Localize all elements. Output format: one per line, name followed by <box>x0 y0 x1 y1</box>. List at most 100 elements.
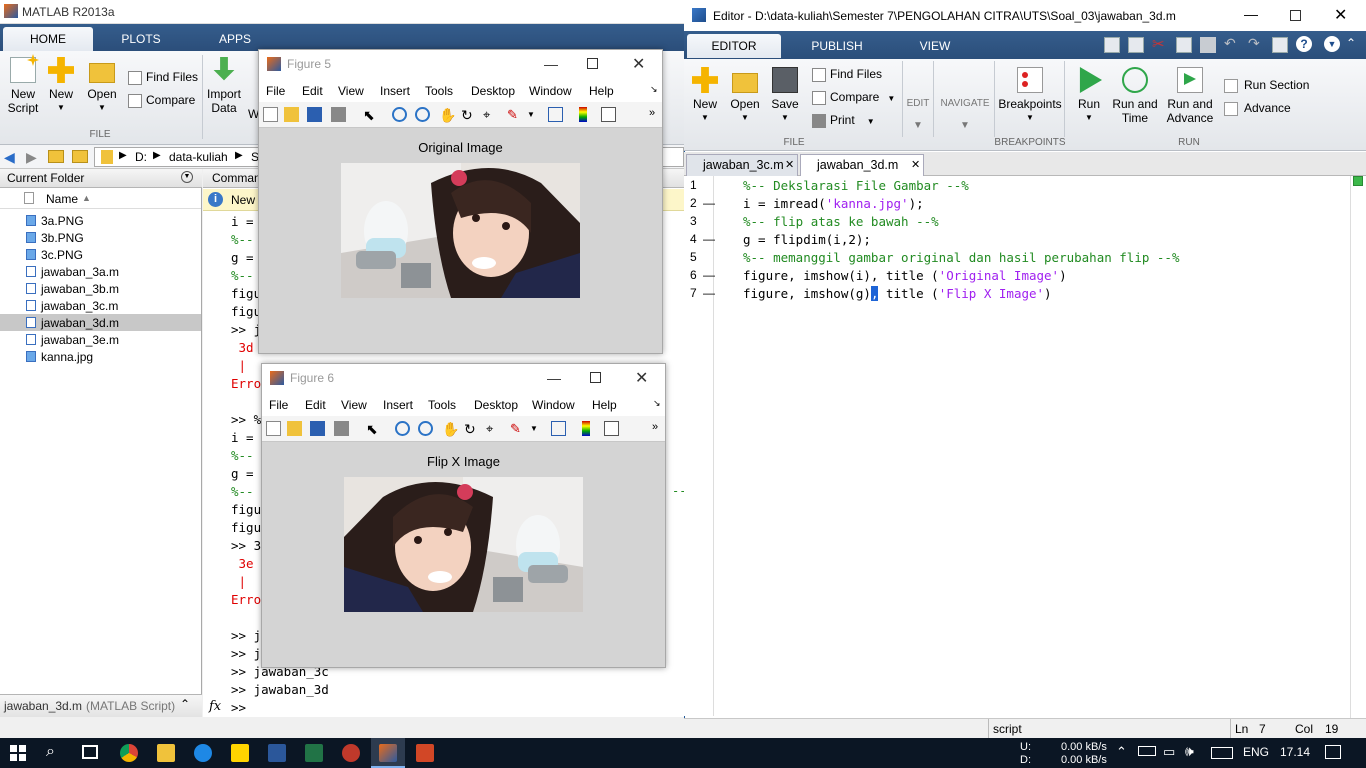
close-tab-icon[interactable]: ✕ <box>785 155 794 176</box>
code-line[interactable]: g = flipdim(i,2); <box>743 232 871 247</box>
file-list-item[interactable]: jawaban_3b.m <box>0 280 201 297</box>
clock[interactable]: 17.14 <box>1280 745 1310 759</box>
find-files-button[interactable]: Find Files <box>128 70 198 85</box>
new-figure-icon[interactable] <box>266 421 281 436</box>
breakpoint-marker[interactable]: — <box>703 196 715 210</box>
legend-icon[interactable] <box>604 421 619 436</box>
pan-icon[interactable]: ✋ <box>439 107 456 123</box>
rotate-icon[interactable]: ↻ <box>464 421 479 437</box>
column-header[interactable]: Name ▲ <box>0 189 201 209</box>
menu-edit[interactable]: Edit <box>305 398 326 412</box>
menu-file[interactable]: File <box>269 398 288 412</box>
menu-window[interactable]: Window <box>529 84 572 98</box>
panel-menu-icon[interactable]: ▼ <box>181 171 193 183</box>
undock-icon[interactable]: ↘ <box>650 84 658 95</box>
tab-plots[interactable]: PLOTS <box>95 27 187 51</box>
colorbar-icon[interactable] <box>579 107 587 122</box>
menu-insert[interactable]: Insert <box>383 398 413 412</box>
run-and-time-button[interactable]: Run and Time <box>1112 67 1158 125</box>
notice-text[interactable]: New <box>231 193 255 207</box>
data-cursor-icon[interactable]: ⌖ <box>483 107 498 122</box>
volume-icon[interactable]: 🕪 <box>1185 743 1194 760</box>
menu-window[interactable]: Window <box>532 398 575 412</box>
menu-edit[interactable]: Edit <box>302 84 323 98</box>
editor-new-button[interactable]: New ▼ <box>690 67 720 125</box>
run-section-button[interactable]: Run Section <box>1224 78 1309 93</box>
chevron-up-icon[interactable]: ⌃ <box>180 697 190 711</box>
chevron-right-icon[interactable]: » <box>649 107 664 122</box>
editor-print-button[interactable]: Print ▼ <box>812 113 875 128</box>
new-button[interactable]: New ▼ <box>46 57 76 115</box>
keyboard-icon[interactable] <box>1211 747 1233 759</box>
maximize-icon[interactable] <box>587 58 598 69</box>
close-icon[interactable]: ✕ <box>635 368 648 388</box>
file-list-item[interactable]: jawaban_3e.m <box>0 331 201 348</box>
code-line[interactable]: %-- Dekslarasi File Gambar --% <box>743 178 969 193</box>
copy-icon[interactable] <box>1176 37 1192 53</box>
sticky-notes-icon[interactable] <box>231 744 249 762</box>
brush-icon[interactable]: ✎ <box>507 107 522 122</box>
tab-editor[interactable]: EDITOR <box>687 34 781 58</box>
menu-view[interactable]: View <box>341 398 367 412</box>
close-icon[interactable]: ✕ <box>632 54 645 74</box>
code-analyzer-status-icon[interactable] <box>1353 176 1363 186</box>
menu-help[interactable]: Help <box>589 84 614 98</box>
doc-tab-jawaban-3c[interactable]: jawaban_3c.m ✕ <box>686 154 798 176</box>
breakpoints-button[interactable]: Breakpoints ▼ <box>998 67 1062 125</box>
rotate-icon[interactable]: ↻ <box>461 107 476 123</box>
menu-desktop[interactable]: Desktop <box>471 84 515 98</box>
editor-save-button[interactable]: Save ▼ <box>770 67 800 125</box>
run-and-advance-button[interactable]: Run and Advance <box>1164 67 1216 125</box>
zoom-out-icon[interactable] <box>418 421 433 436</box>
brush-icon[interactable]: ✎ <box>510 421 525 436</box>
code-line[interactable]: %-- memanggil gambar original dan hasil … <box>743 250 1180 265</box>
link-plot-icon[interactable] <box>551 421 566 436</box>
maximize-icon[interactable] <box>1290 10 1301 21</box>
zoom-in-icon[interactable] <box>395 421 410 436</box>
file-list-item[interactable]: jawaban_3a.m <box>0 263 201 280</box>
file-list-item[interactable]: kanna.jpg <box>0 348 201 365</box>
menu-view[interactable]: View <box>338 84 364 98</box>
open-file-icon[interactable] <box>284 107 299 122</box>
file-list-item[interactable]: 3a.PNG <box>0 212 201 229</box>
file-explorer-icon[interactable] <box>157 744 175 762</box>
compare-button[interactable]: Compare <box>128 93 195 108</box>
word-icon[interactable] <box>268 744 286 762</box>
code-line[interactable]: figure, imshow(g), title ('Flip X Image'… <box>743 286 1052 301</box>
editor-find-files-button[interactable]: Find Files <box>812 67 882 82</box>
close-icon[interactable]: ✕ <box>1334 5 1347 25</box>
forward-icon[interactable]: ▶ <box>26 149 37 166</box>
chevron-right-icon[interactable]: » <box>652 421 667 436</box>
notifications-icon[interactable] <box>1325 745 1341 759</box>
workspace-button-partial[interactable]: W <box>248 107 259 121</box>
file-list-item[interactable]: 3b.PNG <box>0 229 201 246</box>
navigate-group-button[interactable]: NAVIGATE ▼ <box>936 97 994 133</box>
breakpoint-marker[interactable]: — <box>703 268 715 282</box>
data-cursor-icon[interactable]: ⌖ <box>486 421 501 436</box>
help-icon[interactable]: ? <box>1296 36 1312 52</box>
file-list-item[interactable]: jawaban_3c.m <box>0 297 201 314</box>
cut-icon[interactable]: ✂ <box>1152 35 1165 53</box>
search-icon[interactable]: ⌕ <box>46 743 55 761</box>
colorbar-icon[interactable] <box>582 421 590 436</box>
open-file-icon[interactable] <box>287 421 302 436</box>
undo-icon[interactable]: ↶ <box>1224 35 1236 52</box>
app-icon[interactable] <box>342 744 360 762</box>
network-icon[interactable]: ▭ <box>1163 744 1175 760</box>
battery-icon[interactable] <box>1138 746 1156 756</box>
task-view-icon[interactable] <box>82 745 98 759</box>
paste-icon[interactable] <box>1200 37 1216 53</box>
command-prompt-line[interactable]: fx >> <box>203 698 684 717</box>
name-column-header[interactable]: Name <box>46 192 78 206</box>
code-line[interactable]: i = imread('kanna.jpg'); <box>743 196 924 211</box>
pointer-icon[interactable]: ⬉ <box>366 421 381 437</box>
pan-icon[interactable]: ✋ <box>442 421 459 437</box>
new-figure-icon[interactable] <box>263 107 278 122</box>
menu-file[interactable]: File <box>266 84 285 98</box>
undock-icon[interactable]: ↘ <box>653 398 661 409</box>
fx-icon[interactable]: fx <box>209 699 221 714</box>
path-drive[interactable]: D: <box>135 150 147 164</box>
code-line[interactable]: figure, imshow(i), title ('Original Imag… <box>743 268 1067 283</box>
code-scrollbar[interactable] <box>1350 176 1366 718</box>
advance-button[interactable]: Advance <box>1224 101 1291 116</box>
